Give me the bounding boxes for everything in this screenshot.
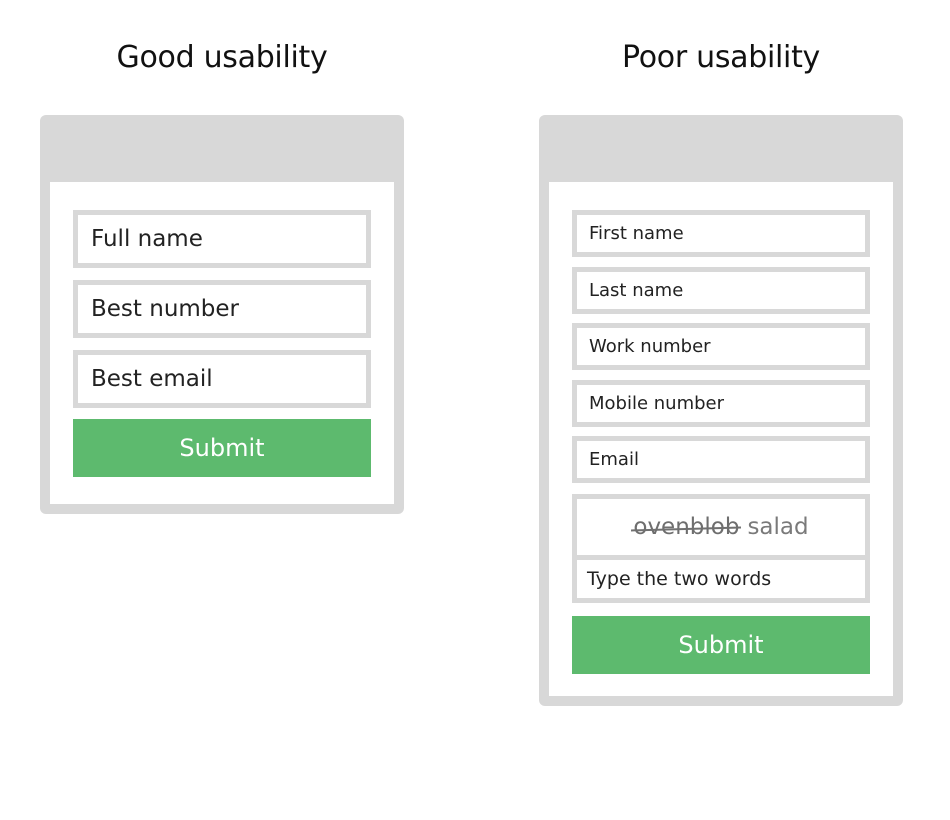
best-email-field[interactable]: Best email (73, 350, 371, 408)
good-usability-title: Good usability (116, 40, 328, 75)
poor-usability-form-screen: First name Last name Work number Mobile … (549, 182, 893, 696)
captcha-word-2: salad (747, 514, 809, 540)
best-number-field[interactable]: Best number (73, 280, 371, 338)
email-field[interactable]: Email (572, 436, 870, 483)
good-form-submit-button[interactable]: Submit (73, 419, 371, 477)
captcha-image: ovenblob salad (577, 499, 865, 555)
captcha-input-field[interactable]: Type the two words (577, 560, 865, 598)
good-usability-form-screen: Full name Best number Best email Submit (50, 182, 394, 504)
full-name-field[interactable]: Full name (73, 210, 371, 268)
captcha-box: ovenblob salad Type the two words (572, 494, 870, 603)
work-number-field[interactable]: Work number (572, 323, 870, 370)
first-name-field[interactable]: First name (572, 210, 870, 257)
poor-usability-phone-mockup: First name Last name Work number Mobile … (539, 115, 903, 706)
last-name-field[interactable]: Last name (572, 267, 870, 314)
poor-usability-title: Poor usability (622, 40, 820, 75)
mobile-number-field[interactable]: Mobile number (572, 380, 870, 427)
captcha-word-1: ovenblob (633, 514, 740, 540)
good-usability-phone-mockup: Full name Best number Best email Submit (40, 115, 404, 514)
poor-form-submit-button[interactable]: Submit (572, 616, 870, 674)
